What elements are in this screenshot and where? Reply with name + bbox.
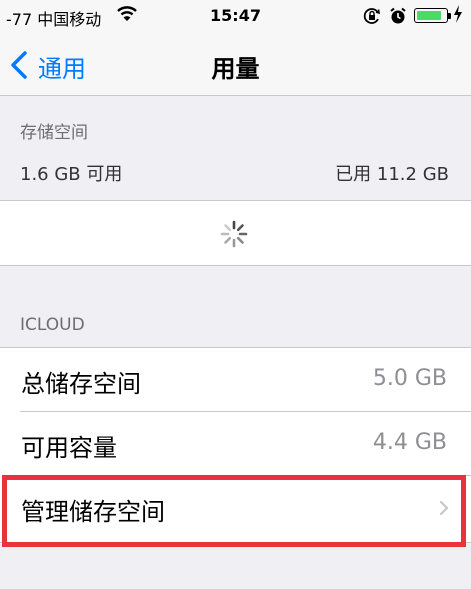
available-capacity-value: 4.4 GB: [372, 430, 447, 455]
chevron-right-icon: [439, 500, 449, 516]
alarm-icon: [390, 7, 406, 24]
storage-available: 1.6 GB 可用: [20, 164, 123, 185]
icloud-group: 总储存空间 5.0 GB 可用容量 4.4 GB 管理储存空间: [0, 347, 471, 543]
charging-icon: [454, 5, 462, 23]
icloud-section-header: ICLOUD: [20, 315, 85, 335]
total-storage-row: 总储存空间 5.0 GB: [0, 348, 471, 412]
total-storage-label: 总储存空间: [21, 370, 141, 398]
loading-spinner-icon: [220, 220, 248, 248]
available-capacity-row: 可用容量 4.4 GB: [0, 412, 471, 476]
storage-used: 已用 11.2 GB: [335, 164, 449, 185]
total-storage-value: 5.0 GB: [372, 366, 447, 391]
loading-panel: [0, 200, 471, 266]
manage-storage-label: 管理储存空间: [21, 498, 165, 526]
page-title: 用量: [211, 55, 260, 83]
navigation-bar: 通用 用量: [0, 32, 471, 96]
manage-storage-row[interactable]: 管理储存空间: [0, 476, 471, 540]
battery-level-fill: [417, 11, 441, 20]
storage-summary: 1.6 GB 可用 已用 11.2 GB: [20, 160, 449, 186]
storage-section-header: 存储空间: [20, 123, 88, 143]
status-bar: -77 中国移动 15:47: [0, 0, 471, 32]
battery-icon: [414, 8, 451, 23]
rotation-lock-icon: [363, 8, 380, 24]
available-capacity-label: 可用容量: [21, 434, 117, 462]
